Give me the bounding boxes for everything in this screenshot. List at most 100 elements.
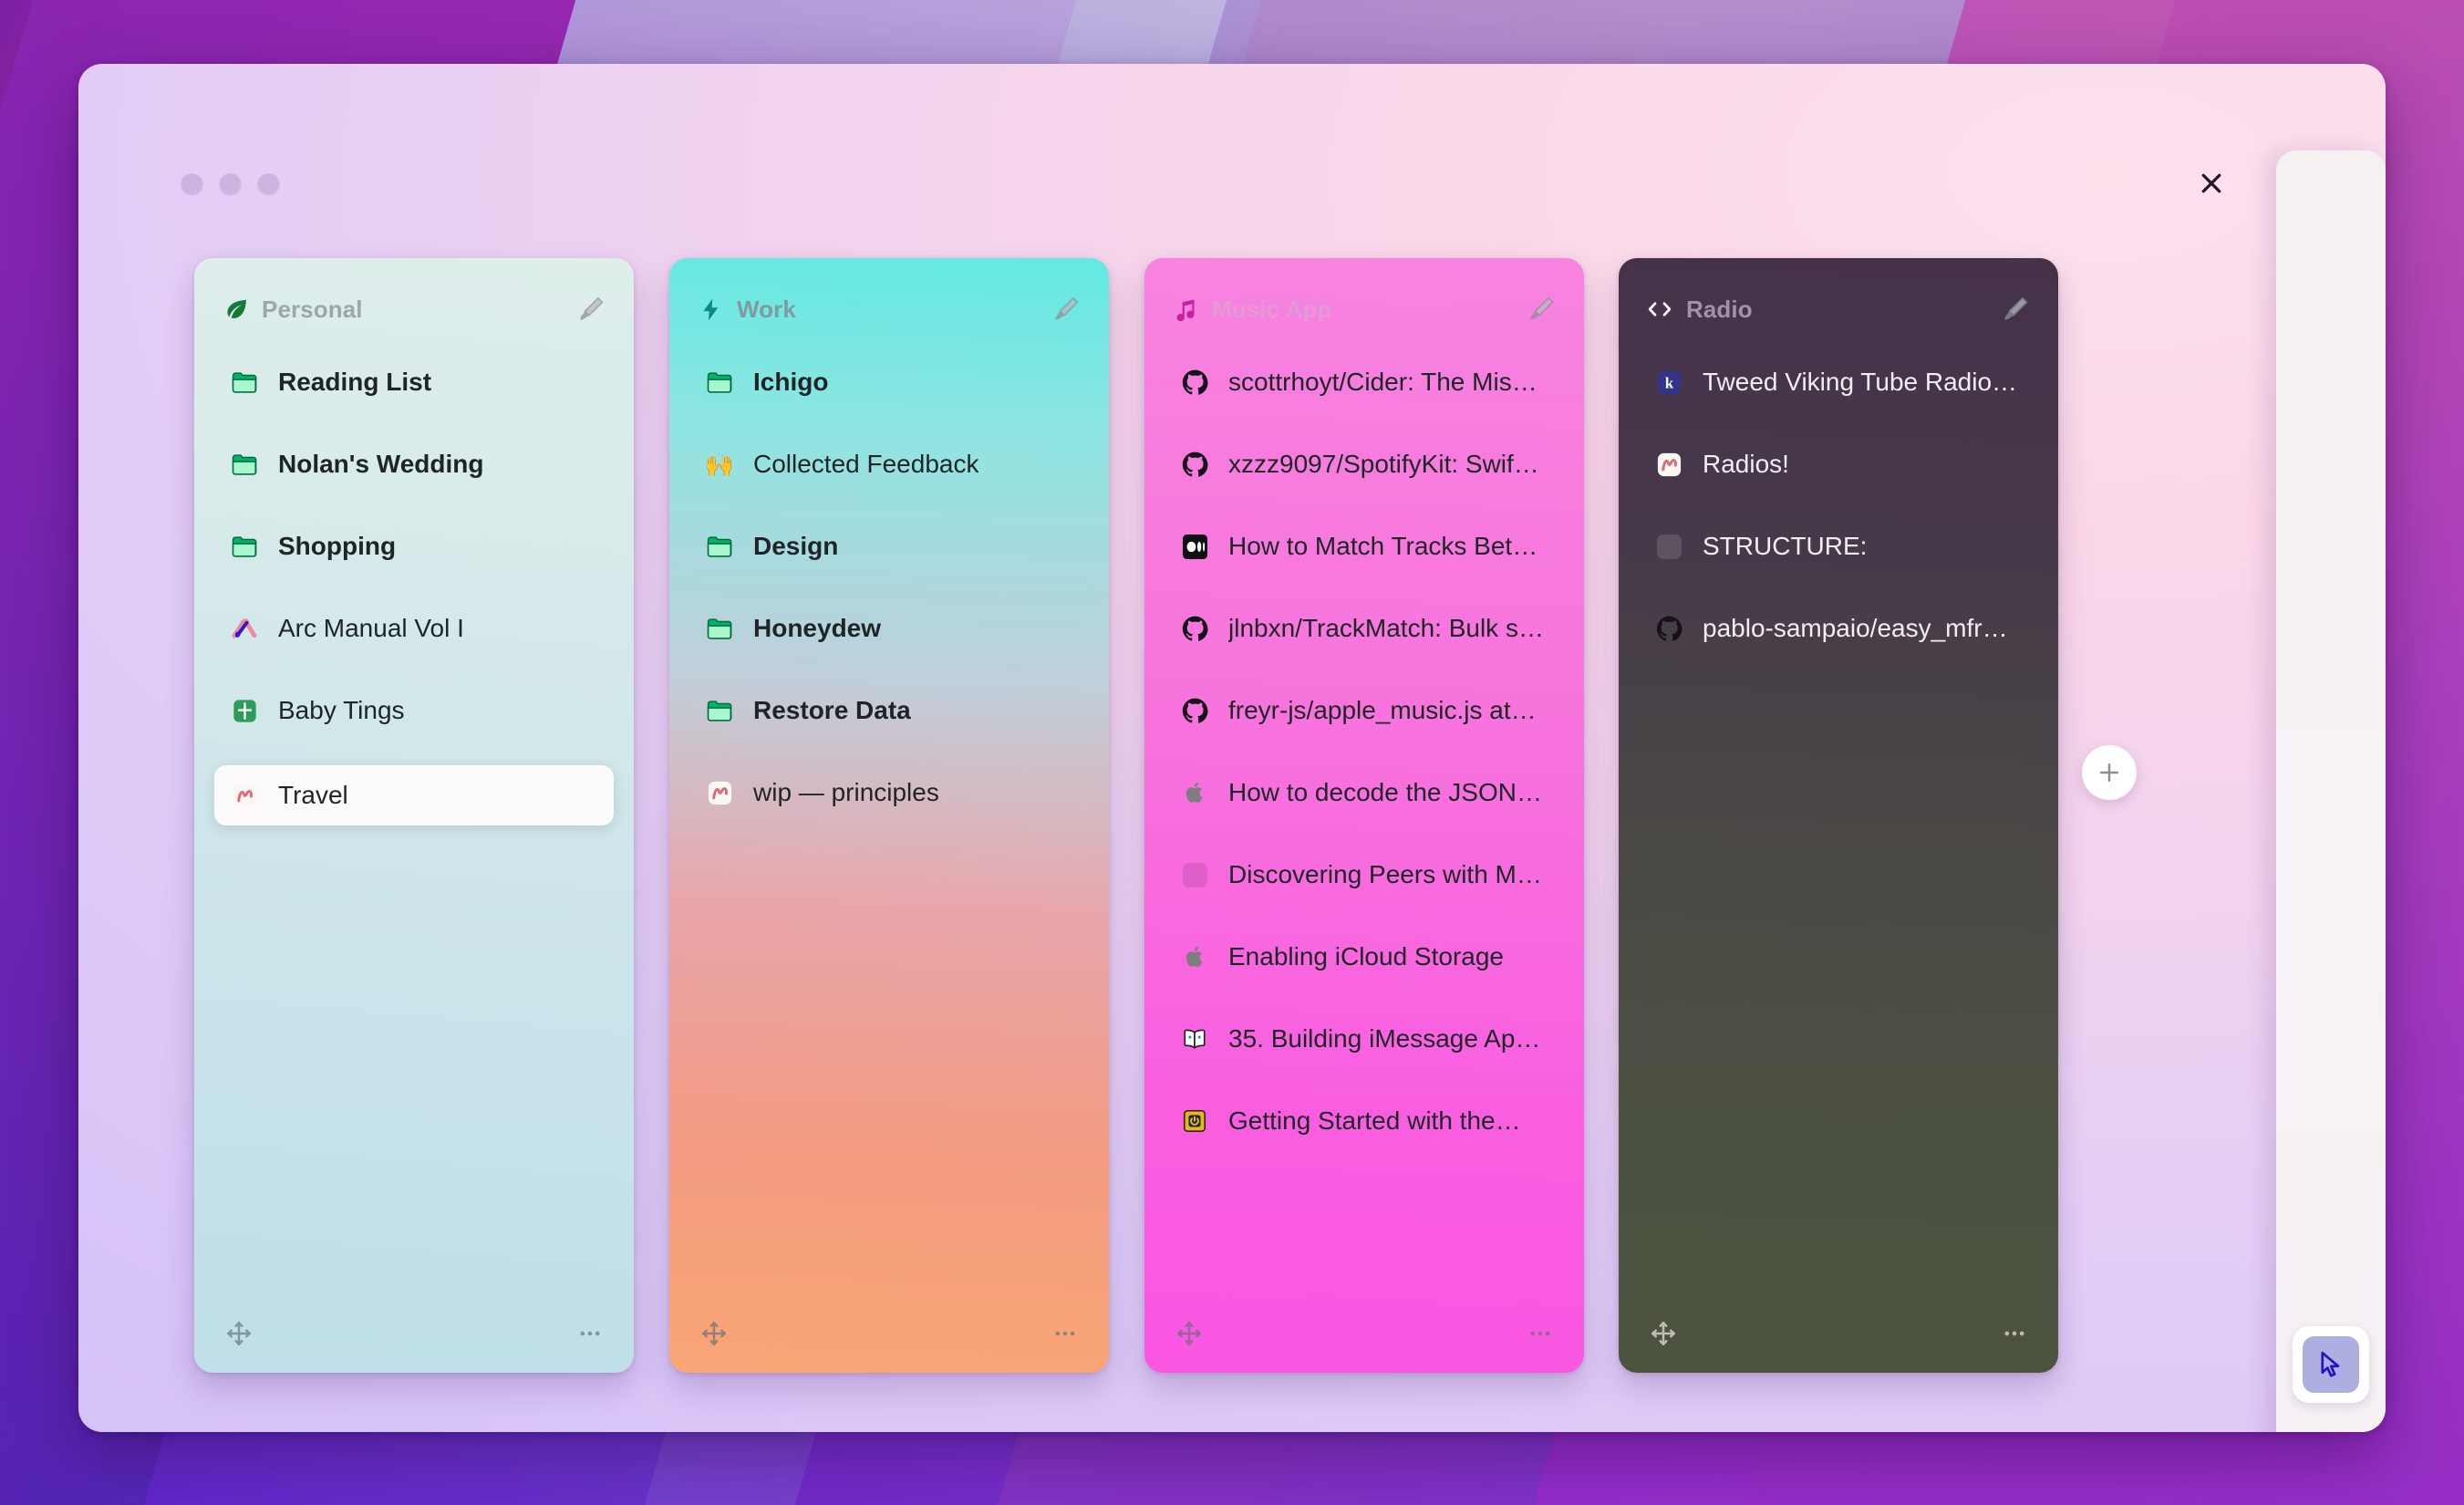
more-horizontal-icon[interactable] [1527, 1321, 1553, 1346]
list-item-label: Travel [278, 781, 348, 809]
card-footer [1144, 1294, 1584, 1373]
card-work[interactable]: Work Ichigo 🙌 Collected Feedback Design Honey… [669, 258, 1109, 1373]
paintbrush-icon[interactable] [575, 294, 606, 325]
list-item-label: Honeydew [753, 614, 882, 642]
apple-icon [1179, 941, 1210, 972]
list-item-label: freyr-js/apple_music.js at… [1228, 696, 1537, 724]
github-icon [1179, 613, 1210, 644]
code-brackets-icon [1646, 296, 1673, 323]
list-item[interactable]: Arc Manual Vol I [222, 601, 606, 656]
list-item[interactable]: Discovering Peers with M… [1172, 847, 1557, 902]
list-item-label: Radios! [1703, 450, 1789, 478]
list-item[interactable]: How to decode the JSON… [1172, 765, 1557, 820]
list-item[interactable]: jlnbxn/TrackMatch: Bulk s… [1172, 601, 1557, 656]
list-item-label: How to decode the JSON… [1228, 778, 1542, 806]
paintbrush-icon[interactable] [1051, 294, 1082, 325]
more-horizontal-icon[interactable] [1052, 1321, 1078, 1346]
card-radio[interactable]: Radio k Tweed Viking Tube Radio… Radios! STR… [1619, 258, 2058, 1373]
github-icon [1179, 695, 1210, 726]
list-item[interactable]: Getting Started with the… [1172, 1094, 1557, 1148]
cursor-tool-swatch [2303, 1336, 2359, 1393]
music-note-icon [1172, 296, 1199, 323]
github-icon [1179, 449, 1210, 480]
list-item[interactable]: Reading List [222, 355, 606, 410]
bolt-icon [697, 296, 724, 323]
card-header: Personal [222, 289, 606, 329]
list-item-label: Shopping [278, 532, 397, 560]
list-item[interactable]: How to Match Tracks Bet… [1172, 519, 1557, 574]
folder-icon [704, 613, 735, 644]
list-item[interactable]: Travel [214, 765, 614, 825]
more-horizontal-icon[interactable] [2002, 1321, 2027, 1346]
open-book-icon [1179, 1023, 1210, 1054]
list-item[interactable]: Restore Data [697, 683, 1082, 738]
card-header: Music App [1172, 289, 1557, 329]
list-item[interactable]: 35. Building iMessage Ap… [1172, 1012, 1557, 1066]
mymind-icon [229, 780, 260, 811]
card-title: Personal [262, 295, 363, 323]
list-item[interactable]: pablo-sampaio/easy_mfr… [1646, 601, 2031, 656]
list-item-label: wip — principles [753, 778, 939, 806]
notes-green-icon [229, 695, 260, 726]
list-item-label: 35. Building iMessage Ap… [1228, 1024, 1541, 1053]
paintbrush-icon[interactable] [2000, 294, 2031, 325]
list-item[interactable]: Baby Tings [222, 683, 606, 738]
list-item[interactable]: Ichigo [697, 355, 1082, 410]
list-item-label: Enabling iCloud Storage [1228, 942, 1504, 970]
move-icon[interactable] [1175, 1320, 1203, 1347]
blank-icon [1179, 859, 1210, 890]
paintbrush-icon[interactable] [1526, 294, 1557, 325]
list-item-label: xzzz9097/SpotifyKit: Swif… [1228, 450, 1539, 478]
list-item-label: STRUCTURE: [1703, 532, 1868, 560]
list-item-label: Collected Feedback [753, 450, 979, 478]
move-icon[interactable] [700, 1320, 728, 1347]
more-horizontal-icon[interactable] [577, 1321, 603, 1346]
app-window: Personal Reading List Nolan's Wedding Shopp… [78, 64, 2386, 1432]
list-item[interactable]: xzzz9097/SpotifyKit: Swif… [1172, 437, 1557, 492]
list-item[interactable]: Design [697, 519, 1082, 574]
list-item[interactable]: scottrhoyt/Cider: The Mis… [1172, 355, 1557, 410]
list-item-label: Nolan's Wedding [278, 450, 484, 478]
folder-icon [229, 367, 260, 398]
list-item[interactable]: Radios! [1646, 437, 2031, 492]
list-item[interactable]: 🙌 Collected Feedback [697, 437, 1082, 492]
card-footer [194, 1294, 634, 1373]
list-item-label: Design [753, 532, 839, 560]
move-icon[interactable] [225, 1320, 253, 1347]
add-card-button[interactable] [2082, 745, 2137, 800]
list-item[interactable]: k Tweed Viking Tube Radio… [1646, 355, 2031, 410]
card-title: Radio [1686, 295, 1753, 323]
medium-icon [1179, 531, 1210, 562]
card-music-app[interactable]: Music App scottrhoyt/Cider: The Mis… xzzz9… [1144, 258, 1584, 1373]
raised-hands-icon: 🙌 [704, 451, 735, 478]
list-item-label: Arc Manual Vol I [278, 614, 464, 642]
list-item-label: Restore Data [753, 696, 911, 724]
list-item-label: Discovering Peers with M… [1228, 860, 1542, 888]
card-board: Personal Reading List Nolan's Wedding Shopp… [78, 64, 2386, 1432]
mymind-icon [1653, 449, 1684, 480]
card-personal[interactable]: Personal Reading List Nolan's Wedding Shopp… [194, 258, 634, 1373]
list-item[interactable]: Nolan's Wedding [222, 437, 606, 492]
list-item-label: Baby Tings [278, 696, 405, 724]
folder-icon [229, 531, 260, 562]
card-header: Radio [1646, 289, 2031, 329]
right-tool-strip [2276, 150, 2386, 1432]
list-item[interactable]: STRUCTURE: [1646, 519, 2031, 574]
cursor-tool-button[interactable] [2293, 1326, 2369, 1403]
folder-icon [704, 695, 735, 726]
list-item[interactable]: freyr-js/apple_music.js at… [1172, 683, 1557, 738]
mymind-icon [704, 777, 735, 808]
list-item-label: Ichigo [753, 368, 829, 396]
list-item[interactable]: Honeydew [697, 601, 1082, 656]
card-title: Work [737, 295, 796, 323]
desktop-background: Personal Reading List Nolan's Wedding Shopp… [0, 0, 2464, 1505]
move-icon[interactable] [1650, 1320, 1677, 1347]
list-item-label: Tweed Viking Tube Radio… [1703, 368, 2018, 396]
list-item[interactable]: Shopping [222, 519, 606, 574]
apple-icon [1179, 777, 1210, 808]
folder-icon [229, 449, 260, 480]
chip-icon [1179, 1105, 1210, 1137]
list-item[interactable]: wip — principles [697, 765, 1082, 820]
list-item[interactable]: Enabling iCloud Storage [1172, 929, 1557, 984]
list-item-label: Reading List [278, 368, 432, 396]
